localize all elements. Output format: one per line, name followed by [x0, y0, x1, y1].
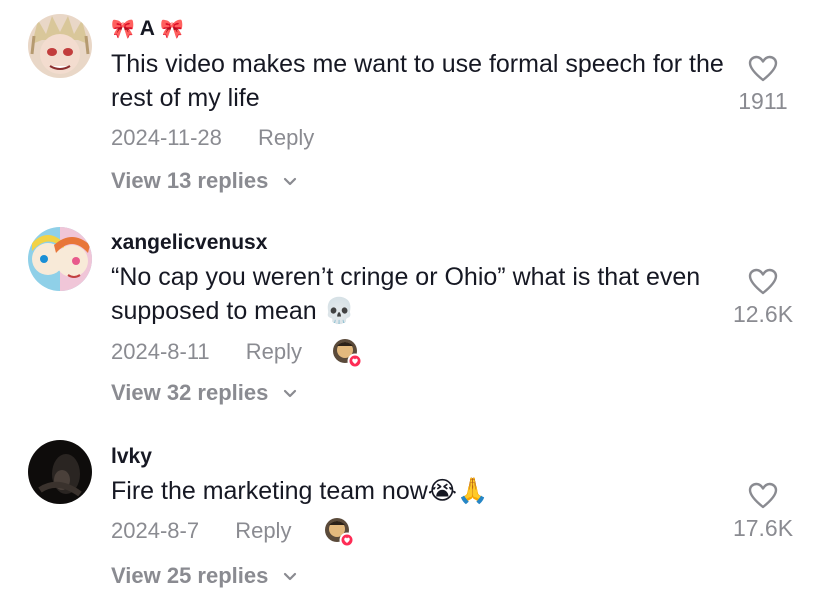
heart-icon[interactable]	[748, 55, 778, 83]
view-replies-button[interactable]: View 25 replies	[111, 562, 297, 590]
ribbon-icon: 🎀	[159, 19, 184, 40]
comment-text: “No cap you weren’t cringe or Ohio” what…	[111, 263, 701, 325]
like-control[interactable]: 17.6K	[703, 482, 823, 542]
avatar[interactable]	[28, 227, 92, 291]
view-replies-button[interactable]: View 32 replies	[111, 379, 297, 407]
username[interactable]: xangelicvenusx	[111, 230, 267, 256]
avatar[interactable]	[28, 440, 92, 504]
ribbon-icon: 🎀	[111, 19, 135, 40]
like-control[interactable]: 1911	[703, 55, 823, 115]
chevron-down-icon	[283, 178, 296, 186]
heart-icon[interactable]	[748, 482, 778, 510]
comment-meta: 2024-8-7 Reply	[111, 517, 291, 545]
creator-liked-icon	[333, 339, 362, 368]
comment-meta: 2024-8-11 Reply	[111, 338, 302, 366]
reply-button[interactable]: Reply	[235, 518, 291, 543]
chevron-down-icon	[283, 573, 296, 581]
username-text: A	[139, 17, 155, 40]
view-replies-label: View 32 replies	[111, 380, 269, 405]
username[interactable]: 🎀 A 🎀	[111, 16, 184, 43]
comment-date: 2024-8-11	[111, 339, 210, 364]
like-count: 17.6K	[732, 515, 794, 541]
avatar[interactable]	[28, 14, 92, 78]
view-replies-label: View 25 replies	[111, 563, 269, 588]
comment-meta: 2024-11-28 Reply	[111, 124, 314, 152]
reply-button[interactable]: Reply	[246, 339, 302, 364]
reply-button[interactable]: Reply	[258, 125, 314, 150]
comment-date: 2024-11-28	[111, 125, 222, 150]
comment-text: This video makes me want to use formal s…	[111, 50, 724, 112]
username[interactable]: lvky	[111, 444, 152, 470]
creator-liked-icon	[325, 518, 354, 547]
like-control[interactable]: 12.6K	[703, 268, 823, 328]
like-count: 12.6K	[732, 301, 794, 327]
comment-text: Fire the marketing team now😭🙏	[111, 477, 489, 505]
heart-icon[interactable]	[748, 268, 778, 296]
view-replies-button[interactable]: View 13 replies	[111, 167, 297, 195]
view-replies-label: View 13 replies	[111, 168, 269, 193]
like-count: 1911	[738, 88, 788, 114]
comment-date: 2024-8-7	[111, 518, 200, 543]
chevron-down-icon	[283, 390, 296, 398]
